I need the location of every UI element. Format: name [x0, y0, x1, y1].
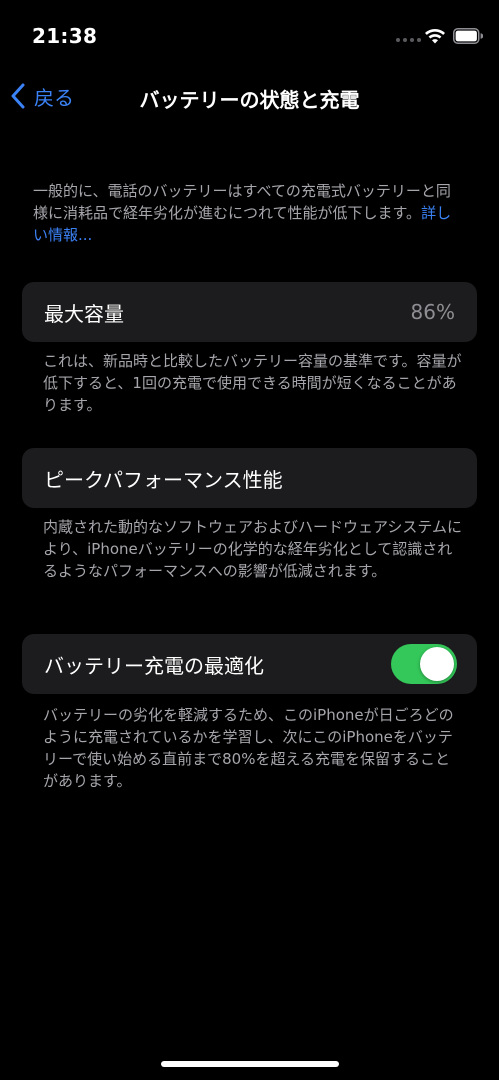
nav-bar: 戻る バッテリーの状態と充電: [0, 74, 499, 118]
optimized-charging-row: バッテリー充電の最適化: [22, 634, 477, 694]
peak-performance-footnote: 内蔵された動的なソフトウェアおよびハードウェアシステムにより、iPhoneバッテ…: [43, 518, 462, 580]
toggle-knob: [420, 647, 454, 681]
max-capacity-footnote: これは、新品時と比較したバッテリー容量の基準です。容量が低下すると、1回の充電で…: [43, 352, 462, 414]
max-capacity-row: 最大容量 86%: [22, 282, 477, 342]
page-title: バッテリーの状態と充電: [139, 88, 360, 112]
wifi-icon: [425, 28, 445, 44]
home-indicator[interactable]: [161, 1061, 339, 1067]
status-time: 21:38: [32, 24, 98, 48]
battery-icon: [453, 28, 483, 44]
peak-performance-label: ピークパフォーマンス性能: [44, 467, 283, 492]
intro-text: 一般的に、電話のバッテリーはすべての充電式バッテリーと同様に消耗品で経年劣化が進…: [33, 180, 463, 246]
optimized-charging-toggle[interactable]: [391, 644, 457, 684]
optimized-charging-footnote: バッテリーの劣化を軽減するため、このiPhoneが日ごろどのように充電されている…: [43, 706, 454, 790]
peak-performance-row: ピークパフォーマンス性能: [22, 448, 477, 508]
optimized-charging-label: バッテリー充電の最適化: [44, 653, 264, 678]
status-bar: 21:38: [0, 0, 499, 70]
signal-dots-icon: [396, 38, 421, 42]
max-capacity-label: 最大容量: [44, 301, 124, 326]
intro-body: 一般的に、電話のバッテリーはすべての充電式バッテリーと同様に消耗品で経年劣化が進…: [33, 182, 451, 222]
max-capacity-value: 86%: [410, 300, 455, 324]
